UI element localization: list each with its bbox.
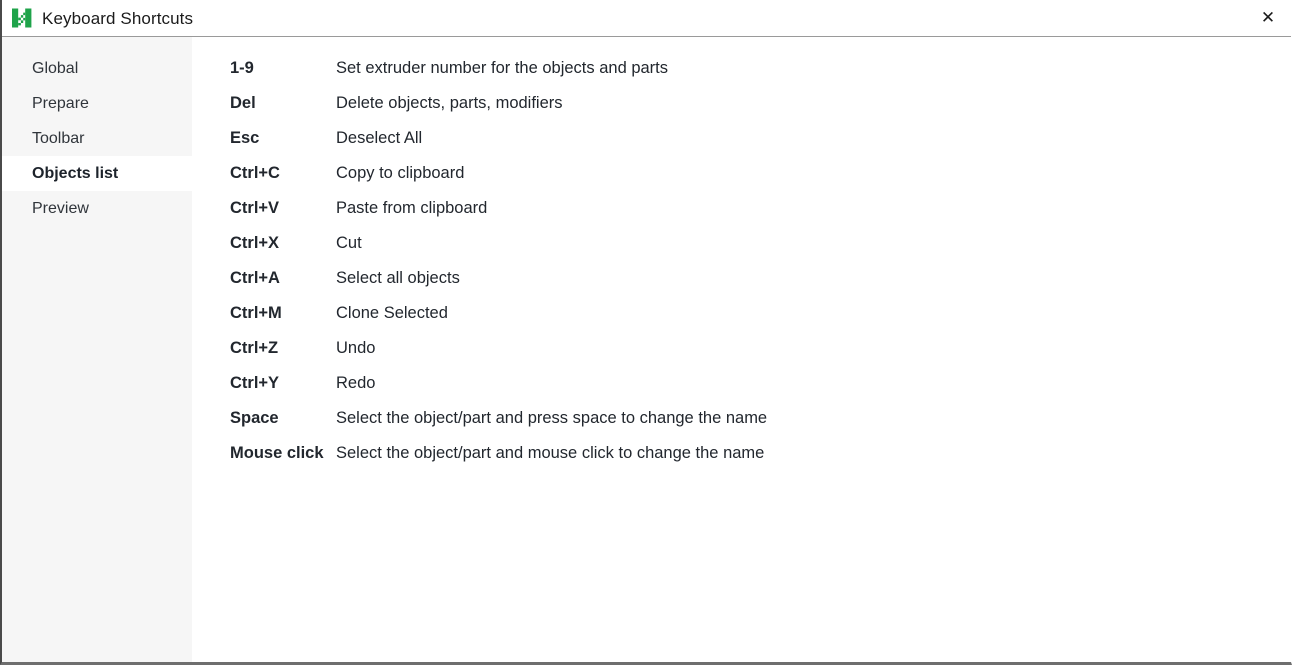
shortcut-key: Ctrl+C bbox=[230, 164, 280, 182]
sidebar-item-toolbar[interactable]: Toolbar bbox=[2, 121, 192, 156]
shortcut-key: Ctrl+Z bbox=[230, 339, 279, 357]
window-titlebar: Keyboard Shortcuts ✕ bbox=[2, 0, 1291, 37]
shortcut-key: 1-9 bbox=[230, 59, 254, 77]
category-sidebar: Global Prepare Toolbar Objects list Prev… bbox=[2, 37, 192, 662]
close-glyph: ✕ bbox=[1260, 7, 1276, 28]
sidebar-item-label: Prepare bbox=[32, 94, 89, 112]
table-row: Ctrl+C Copy to clipboard bbox=[230, 156, 767, 191]
table-row: Mouse click Select the object/part and m… bbox=[230, 436, 767, 471]
table-row: Ctrl+V Paste from clipboard bbox=[230, 191, 767, 226]
shortcut-description: Cut bbox=[336, 234, 362, 252]
shortcut-description: Set extruder number for the objects and … bbox=[336, 59, 669, 77]
table-row: Ctrl+M Clone Selected bbox=[230, 296, 767, 331]
shortcut-key: Ctrl+M bbox=[230, 304, 282, 322]
shortcut-key: Ctrl+X bbox=[230, 234, 280, 252]
shortcut-description: Select the object/part and mouse click t… bbox=[336, 444, 765, 462]
shortcut-description: Redo bbox=[336, 374, 376, 392]
table-row: Ctrl+Z Undo bbox=[230, 331, 767, 366]
close-icon[interactable]: ✕ bbox=[1245, 0, 1291, 36]
table-row: Ctrl+A Select all objects bbox=[230, 261, 767, 296]
table-row: Ctrl+Y Redo bbox=[230, 366, 767, 401]
sidebar-item-label: Toolbar bbox=[32, 129, 85, 147]
shortcut-description: Deselect All bbox=[336, 129, 423, 147]
table-row: Esc Deselect All bbox=[230, 121, 767, 156]
shortcut-description: Select the object/part and press space t… bbox=[336, 409, 768, 427]
shortcuts-table: 1-9 Set extruder number for the objects … bbox=[230, 51, 767, 471]
shortcut-key: Ctrl+Y bbox=[230, 374, 280, 392]
table-row: Space Select the object/part and press s… bbox=[230, 401, 767, 436]
shortcut-key: Mouse click bbox=[230, 444, 324, 462]
shortcut-description: Undo bbox=[336, 339, 376, 357]
shortcut-key: Ctrl+A bbox=[230, 269, 280, 287]
sidebar-item-global[interactable]: Global bbox=[2, 51, 192, 86]
shortcut-key: Space bbox=[230, 409, 279, 427]
sidebar-item-label: Global bbox=[32, 59, 79, 77]
sidebar-item-preview[interactable]: Preview bbox=[2, 191, 192, 226]
prusaslicer-logo-icon bbox=[12, 8, 32, 28]
sidebar-item-objects-list[interactable]: Objects list bbox=[2, 156, 192, 191]
table-row: 1-9 Set extruder number for the objects … bbox=[230, 51, 767, 86]
shortcut-description: Select all objects bbox=[336, 269, 460, 287]
shortcut-key: Ctrl+V bbox=[230, 199, 280, 217]
table-row: Ctrl+X Cut bbox=[230, 226, 767, 261]
shortcut-key: Esc bbox=[230, 129, 260, 147]
sidebar-item-prepare[interactable]: Prepare bbox=[2, 86, 192, 121]
sidebar-item-label: Preview bbox=[32, 199, 89, 217]
keyboard-shortcuts-window: Keyboard Shortcuts ✕ Global Prepare Tool… bbox=[0, 0, 1292, 665]
shortcut-description: Copy to clipboard bbox=[336, 164, 465, 182]
shortcut-description: Clone Selected bbox=[336, 304, 448, 322]
shortcut-description: Paste from clipboard bbox=[336, 199, 488, 217]
shortcut-key: Del bbox=[230, 94, 256, 112]
sidebar-item-label: Objects list bbox=[32, 164, 119, 182]
window-body: Global Prepare Toolbar Objects list Prev… bbox=[2, 37, 1291, 662]
shortcuts-panel: 1-9 Set extruder number for the objects … bbox=[192, 37, 1291, 662]
table-row: Del Delete objects, parts, modifiers bbox=[230, 86, 767, 121]
shortcut-description: Delete objects, parts, modifiers bbox=[336, 94, 563, 112]
window-title: Keyboard Shortcuts bbox=[42, 8, 194, 28]
